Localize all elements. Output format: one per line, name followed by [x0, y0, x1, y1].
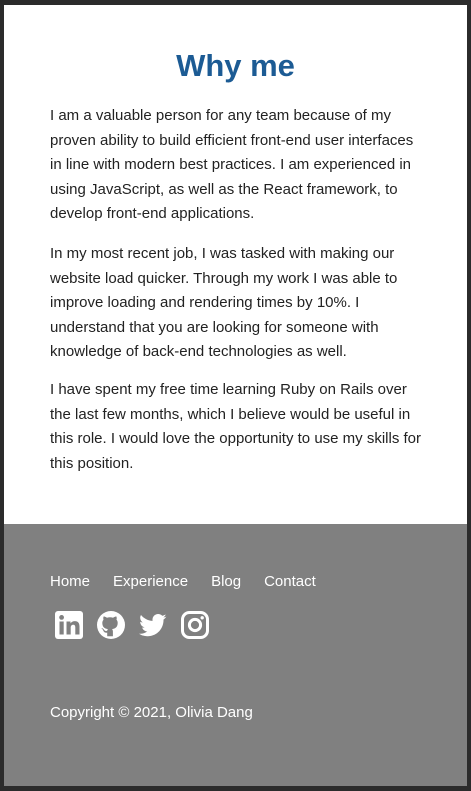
page-frame: Why me I am a valuable person for any te… [4, 5, 467, 786]
nav-link-contact[interactable]: Contact [264, 572, 316, 592]
linkedin-icon[interactable] [54, 610, 84, 640]
copyright-text: Copyright © 2021, Olivia Dang [50, 704, 253, 721]
site-footer: Home Experience Blog Contact Copyright ©… [4, 524, 467, 786]
nav-link-home[interactable]: Home [50, 572, 90, 592]
page-title: Why me [176, 48, 295, 83]
why-me-section: Why me I am a valuable person for any te… [4, 5, 467, 524]
nav-link-experience[interactable]: Experience [113, 572, 188, 592]
nav-link-blog[interactable]: Blog [211, 572, 241, 592]
paragraph-1: I am a valuable person for any team beca… [50, 107, 414, 222]
social-links [54, 610, 210, 640]
github-icon[interactable] [96, 610, 126, 640]
footer-nav: Home Experience Blog Contact [50, 572, 339, 592]
instagram-icon[interactable] [180, 610, 210, 640]
paragraph-3: I have spent my free time learning Ruby … [50, 381, 422, 472]
twitter-icon[interactable] [138, 610, 168, 640]
paragraph-2: In my most recent job, I was tasked with… [50, 245, 398, 360]
